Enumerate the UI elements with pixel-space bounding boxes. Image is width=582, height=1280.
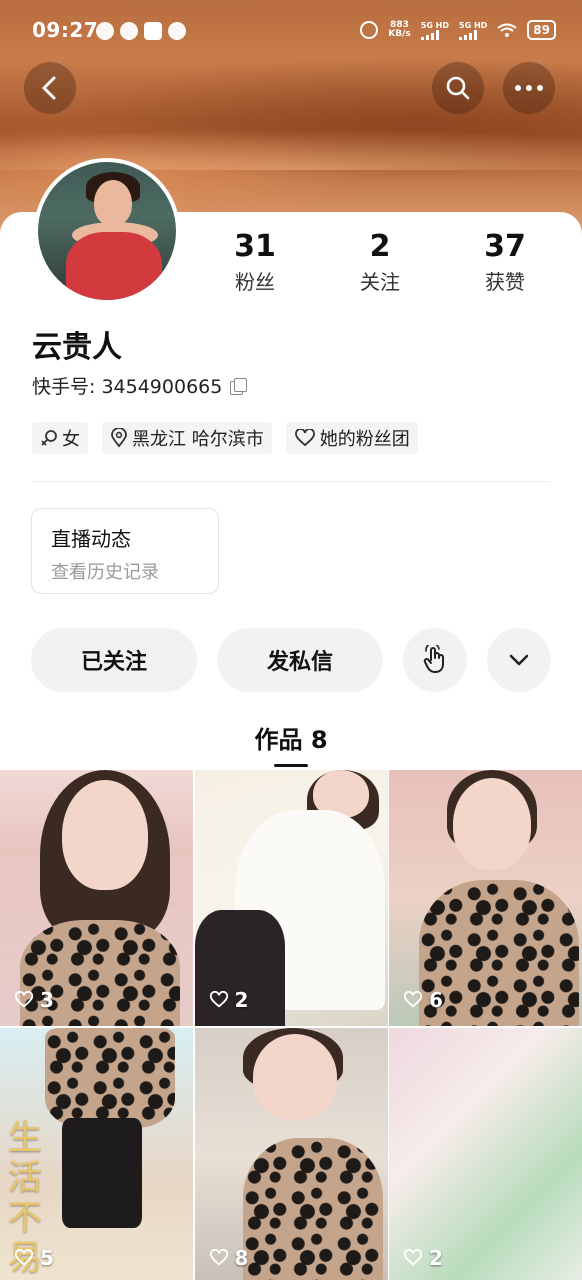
live-title: 直播动态 (51, 527, 131, 551)
user-id-label: 快手号: (32, 376, 102, 398)
poke-button[interactable] (403, 628, 467, 692)
video-thumbnail[interactable]: 6 (389, 770, 582, 1026)
user-id: 快手号: 3454900665 (32, 372, 248, 399)
video-thumbnail[interactable]: 8 (194, 1028, 388, 1280)
video-thumbnail[interactable]: 2 (194, 770, 388, 1026)
heart-outline-icon (14, 991, 34, 1008)
hand-pointer-icon (423, 645, 444, 673)
chevron-left-icon (42, 76, 56, 100)
search-button[interactable] (432, 62, 484, 114)
like-count: 5 (14, 1246, 54, 1270)
video-thumbnail[interactable]: 3 (0, 770, 193, 1026)
video-thumbnail[interactable]: 生活不易 5 (0, 1028, 193, 1280)
cover-dune (0, 60, 582, 170)
status-right: 883 KB/s 5G HD 5G HD 89 (360, 20, 556, 40)
like-count: 3 (14, 988, 54, 1012)
telegram-notification-icon (144, 22, 162, 40)
copy-icon[interactable] (230, 377, 248, 395)
heart-outline-icon (209, 991, 228, 1008)
heart-outline-icon (403, 991, 423, 1008)
heart-outline-icon (14, 1249, 34, 1266)
following-button[interactable]: 已关注 (31, 628, 197, 692)
stat-likes[interactable]: 37 获赞 (450, 230, 560, 295)
tag-location: 黑龙江 哈尔滨市 (102, 422, 272, 454)
send-message-button[interactable]: 发私信 (217, 628, 383, 692)
profile-name: 云贵人 (32, 330, 122, 365)
more-button[interactable] (503, 62, 555, 114)
chat-notification-icon (96, 22, 114, 40)
like-count: 2 (209, 988, 248, 1012)
status-bar: 09:27 883 KB/s 5G HD 5G HD 89 (0, 14, 582, 50)
works-grid: 3 2 6 生活不易 5 8 2 (0, 770, 582, 1280)
avatar[interactable] (34, 158, 180, 304)
signal-sim1-icon: 5G HD (420, 21, 449, 40)
tag-gender: 女 (32, 422, 88, 454)
divider (32, 481, 550, 482)
like-count: 6 (403, 988, 443, 1012)
live-history-card[interactable]: 直播动态 查看历史记录 (31, 508, 219, 594)
compass-notification-icon (120, 22, 138, 40)
user-id-value: 3454900665 (101, 376, 223, 398)
wifi-icon (497, 23, 517, 37)
status-time: 09:27 (32, 18, 99, 42)
more-dots-icon (515, 85, 543, 91)
stat-followers[interactable]: 31 粉丝 (200, 230, 310, 295)
heart-outline-icon (403, 1249, 423, 1266)
female-icon (41, 430, 57, 446)
cloud-notification-icon (168, 22, 186, 40)
action-bar: 已关注 发私信 (31, 628, 551, 692)
live-subtitle: 查看历史记录 (51, 562, 159, 583)
heart-outline-icon (294, 429, 315, 447)
search-icon (446, 76, 470, 100)
battery-icon: 89 (527, 20, 556, 40)
tag-fan-group[interactable]: 她的粉丝团 (285, 422, 418, 454)
tab-works[interactable]: 作品 8 (0, 720, 582, 755)
network-speed: 883 KB/s (388, 20, 411, 39)
alarm-icon (360, 21, 379, 39)
like-count: 8 (209, 1246, 248, 1270)
back-button[interactable] (24, 62, 76, 114)
like-count: 2 (403, 1246, 443, 1270)
profile-stats: 31 粉丝 2 关注 37 获赞 (200, 230, 560, 295)
profile-tags: 女 黑龙江 哈尔滨市 她的粉丝团 (32, 422, 418, 454)
expand-button[interactable] (487, 628, 551, 692)
location-icon (111, 428, 127, 448)
video-thumbnail[interactable]: 2 (389, 1028, 582, 1280)
stat-following[interactable]: 2 关注 (325, 230, 435, 295)
tab-indicator (274, 764, 308, 767)
heart-outline-icon (209, 1249, 228, 1266)
chevron-down-icon (509, 654, 529, 666)
notification-icons (96, 22, 186, 40)
signal-sim2-icon: 5G HD (459, 21, 487, 40)
